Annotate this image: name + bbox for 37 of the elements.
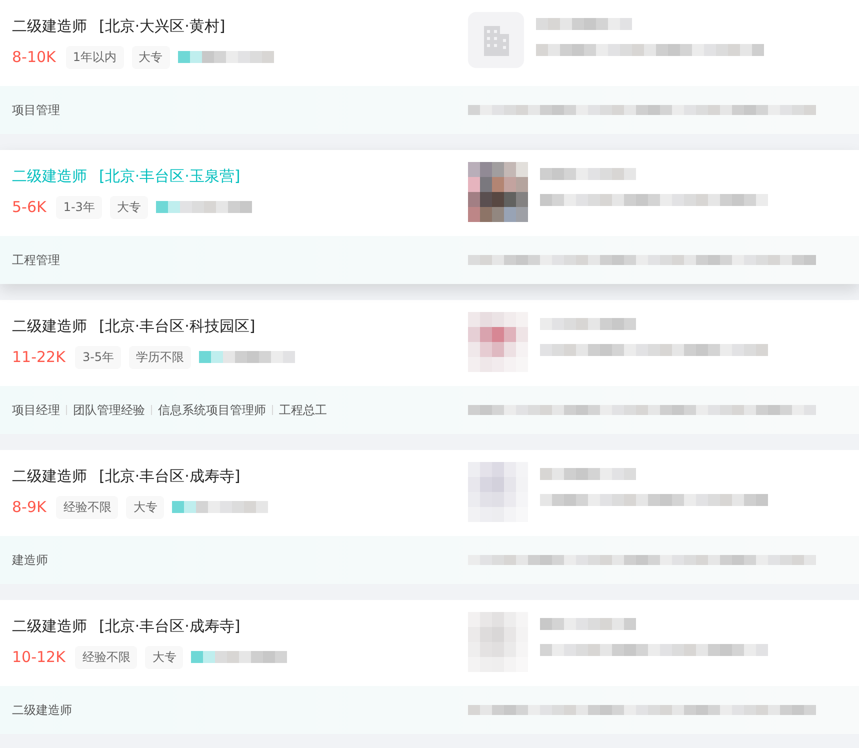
job-location: [北京·丰台区·玉泉营] — [99, 166, 240, 186]
requirement-tag: 3-5年 — [75, 346, 122, 368]
skill-tag: 信息系统项目管理师 — [158, 402, 266, 418]
job-location: [北京·大兴区·黄村] — [99, 16, 226, 36]
salary-text: 8-9K — [12, 498, 46, 516]
salary-text: 11-22K — [12, 348, 66, 366]
requirement-tag: 1-3年 — [56, 196, 102, 218]
job-title[interactable]: 二级建造师 — [12, 316, 87, 336]
skill-tag: 工程管理 — [12, 252, 60, 268]
skill-tag: 二级建造师 — [12, 702, 72, 718]
skill-tag: 建造师 — [12, 552, 48, 568]
job-card[interactable]: 二级建造师 [北京·丰台区·成寿寺] 8-9K 经验不限 大专 建造师 — [0, 450, 859, 584]
job-location: [北京·丰台区·科技园区] — [99, 316, 256, 336]
skill-tag: 工程总工 — [279, 402, 327, 418]
job-card[interactable]: 二级建造师 [北京·丰台区·成寿寺] 10-12K 经验不限 大专 二级建造师 — [0, 600, 859, 734]
skill-tag: 团队管理经验 — [73, 402, 145, 418]
requirement-tag: 经验不限 — [75, 646, 138, 668]
requirement-tag: 大专 — [145, 646, 184, 668]
requirement-tag: 大专 — [110, 196, 148, 218]
requirement-tag: 大专 — [126, 496, 164, 518]
salary-text: 5-6K — [12, 198, 46, 216]
job-card[interactable]: 二级建造师 [北京·丰台区·玉泉营] 5-6K 1-3年 大专 工程管理 — [0, 150, 859, 284]
salary-text: 10-12K — [12, 648, 66, 666]
salary-text: 8-10K — [12, 48, 56, 66]
skill-tag: 项目管理 — [12, 102, 60, 118]
job-card[interactable]: 二级建造师 [北京·丰台区·科技园区] 11-22K 3-5年 学历不限 项目经理 团队管理经验 信息系统项目管理师 工程总工 — [0, 300, 859, 434]
job-location: [北京·丰台区·成寿寺] — [99, 616, 240, 636]
job-title[interactable]: 二级建造师 — [12, 616, 87, 636]
job-title[interactable]: 二级建造师 — [12, 466, 87, 486]
requirement-tag: 1年以内 — [66, 46, 124, 68]
skill-tag: 项目经理 — [12, 402, 60, 418]
job-title[interactable]: 二级建造师 — [12, 16, 87, 36]
requirement-tag: 经验不限 — [56, 496, 118, 518]
job-location: [北京·丰台区·成寿寺] — [99, 466, 240, 486]
job-card[interactable]: 二级建造师 [北京·大兴区·黄村] 8-10K 1年以内 大专 项目管理 — [0, 0, 859, 134]
requirement-tag: 大专 — [132, 46, 170, 68]
requirement-tag: 学历不限 — [129, 346, 192, 368]
